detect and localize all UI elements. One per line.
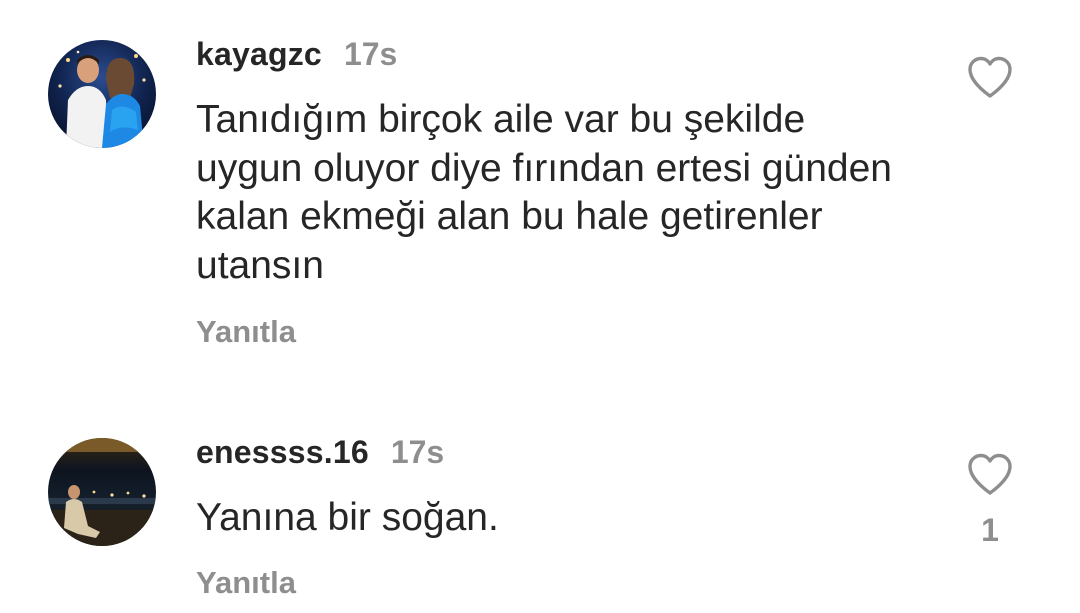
username[interactable]: kayagzc (196, 36, 322, 73)
comment-header: enessss.16 17s (196, 434, 444, 471)
comment-text: Yanına bir soğan. (196, 496, 499, 539)
username[interactable]: enessss.16 (196, 434, 369, 471)
heart-outline-icon[interactable] (966, 452, 1014, 496)
timestamp: 17s (343, 36, 398, 72)
avatar[interactable] (48, 40, 156, 148)
heart-outline-icon[interactable] (966, 55, 1014, 99)
reply-button[interactable]: Yanıtla (196, 314, 296, 350)
like-count[interactable]: 1 (966, 512, 1014, 549)
reply-button[interactable]: Yanıtla (196, 565, 296, 601)
avatar[interactable] (48, 438, 156, 546)
comment-header: kayagzc 17s (196, 36, 397, 73)
timestamp: 17s (390, 434, 445, 470)
comment-text: Tanıdığım birçok aile var bu şekilde uyg… (196, 98, 892, 287)
